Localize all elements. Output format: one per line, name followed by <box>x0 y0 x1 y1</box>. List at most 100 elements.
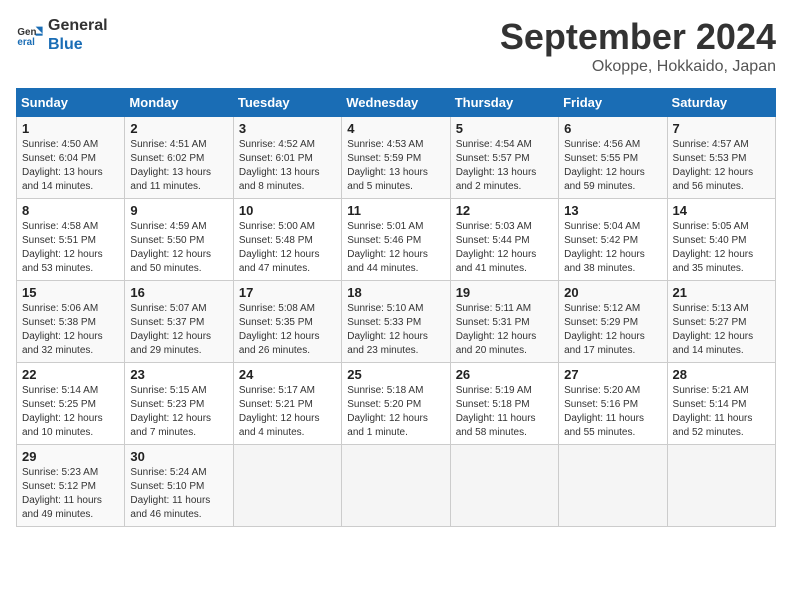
day-number: 9 <box>130 203 227 218</box>
table-row: 26Sunrise: 5:19 AM Sunset: 5:18 PM Dayli… <box>450 363 558 445</box>
calendar-week-5: 29Sunrise: 5:23 AM Sunset: 5:12 PM Dayli… <box>17 445 776 527</box>
table-row <box>233 445 341 527</box>
page-header: Gen eral General Blue September 2024 Oko… <box>16 16 776 76</box>
col-saturday: Saturday <box>667 89 775 117</box>
table-row: 5 Sunrise: 4:54 AM Sunset: 5:57 PM Daylig… <box>450 117 558 199</box>
table-row: 3 Sunrise: 4:52 AM Sunset: 6:01 PM Daylig… <box>233 117 341 199</box>
table-row: 23 Sunrise: 5:15 AM Sunset: 5:23 PM Dayli… <box>125 363 233 445</box>
table-row: 17 Sunrise: 5:08 AM Sunset: 5:35 PM Dayli… <box>233 281 341 363</box>
day-info: Sunrise: 4:53 AM Sunset: 5:59 PM Dayligh… <box>347 138 444 194</box>
table-row: 11Sunrise: 5:01 AM Sunset: 5:46 PM Dayli… <box>342 199 450 281</box>
day-number: 13 <box>564 203 661 218</box>
col-thursday: Thursday <box>450 89 558 117</box>
col-friday: Friday <box>559 89 667 117</box>
day-number: 27 <box>564 367 661 382</box>
table-row <box>342 445 450 527</box>
day-info: Sunrise: 5:08 AM Sunset: 5:35 PM Dayligh… <box>239 302 336 358</box>
day-info: Sunrise: 4:52 AM Sunset: 6:01 PM Dayligh… <box>239 138 336 194</box>
day-number: 30 <box>130 449 227 464</box>
table-row <box>450 445 558 527</box>
day-number: 21 <box>673 285 770 300</box>
day-number: 20 <box>564 285 661 300</box>
table-row <box>559 445 667 527</box>
day-number: 10 <box>239 203 336 218</box>
logo: Gen eral General Blue <box>16 16 108 54</box>
day-number: 2 <box>130 121 227 136</box>
logo-icon: Gen eral <box>16 21 44 49</box>
table-row: 1Sunrise: 4:50 AM Sunset: 6:04 PM Daylig… <box>17 117 125 199</box>
calendar-table: Sunday Monday Tuesday Wednesday Thursday… <box>16 88 776 527</box>
day-number: 23 <box>130 367 227 382</box>
svg-text:eral: eral <box>17 37 35 48</box>
day-number: 11 <box>347 203 444 218</box>
day-number: 6 <box>564 121 661 136</box>
day-info: Sunrise: 4:57 AM Sunset: 5:53 PM Dayligh… <box>673 138 770 194</box>
table-row: 29Sunrise: 5:23 AM Sunset: 5:12 PM Dayli… <box>17 445 125 527</box>
day-info: Sunrise: 5:05 AM Sunset: 5:40 PM Dayligh… <box>673 220 770 276</box>
logo-line2: Blue <box>48 35 108 54</box>
day-info: Sunrise: 5:24 AM Sunset: 5:10 PM Dayligh… <box>130 466 227 522</box>
day-info: Sunrise: 5:23 AM Sunset: 5:12 PM Dayligh… <box>22 466 119 522</box>
day-number: 22 <box>22 367 119 382</box>
day-number: 15 <box>22 285 119 300</box>
table-row: 8 Sunrise: 4:58 AM Sunset: 5:51 PM Daylig… <box>17 199 125 281</box>
day-info: Sunrise: 5:06 AM Sunset: 5:38 PM Dayligh… <box>22 302 119 358</box>
day-info: Sunrise: 4:59 AM Sunset: 5:50 PM Dayligh… <box>130 220 227 276</box>
day-info: Sunrise: 5:00 AM Sunset: 5:48 PM Dayligh… <box>239 220 336 276</box>
title-section: September 2024 Okoppe, Hokkaido, Japan <box>500 16 776 76</box>
logo-line1: General <box>48 16 108 35</box>
day-number: 8 <box>22 203 119 218</box>
day-info: Sunrise: 5:03 AM Sunset: 5:44 PM Dayligh… <box>456 220 553 276</box>
day-info: Sunrise: 5:12 AM Sunset: 5:29 PM Dayligh… <box>564 302 661 358</box>
table-row: 27 Sunrise: 5:20 AM Sunset: 5:16 PM Dayli… <box>559 363 667 445</box>
table-row: 12 Sunrise: 5:03 AM Sunset: 5:44 PM Dayli… <box>450 199 558 281</box>
day-number: 7 <box>673 121 770 136</box>
col-tuesday: Tuesday <box>233 89 341 117</box>
col-sunday: Sunday <box>17 89 125 117</box>
table-row: 18 Sunrise: 5:10 AM Sunset: 5:33 PM Dayli… <box>342 281 450 363</box>
day-info: Sunrise: 4:56 AM Sunset: 5:55 PM Dayligh… <box>564 138 661 194</box>
table-row: 7 Sunrise: 4:57 AM Sunset: 5:53 PM Daylig… <box>667 117 775 199</box>
day-number: 17 <box>239 285 336 300</box>
col-wednesday: Wednesday <box>342 89 450 117</box>
table-row: 20 Sunrise: 5:12 AM Sunset: 5:29 PM Dayli… <box>559 281 667 363</box>
day-number: 12 <box>456 203 553 218</box>
table-row: 4Sunrise: 4:53 AM Sunset: 5:59 PM Daylig… <box>342 117 450 199</box>
location-title: Okoppe, Hokkaido, Japan <box>500 58 776 76</box>
table-row: 16Sunrise: 5:07 AM Sunset: 5:37 PM Dayli… <box>125 281 233 363</box>
table-row: 25 Sunrise: 5:18 AM Sunset: 5:20 PM Dayli… <box>342 363 450 445</box>
table-row: 13Sunrise: 5:04 AM Sunset: 5:42 PM Dayli… <box>559 199 667 281</box>
table-row: 22 Sunrise: 5:14 AM Sunset: 5:25 PM Dayli… <box>17 363 125 445</box>
day-info: Sunrise: 4:51 AM Sunset: 6:02 PM Dayligh… <box>130 138 227 194</box>
table-row: 28Sunrise: 5:21 AM Sunset: 5:14 PM Dayli… <box>667 363 775 445</box>
calendar-week-4: 22 Sunrise: 5:14 AM Sunset: 5:25 PM Dayli… <box>17 363 776 445</box>
table-row: 6 Sunrise: 4:56 AM Sunset: 5:55 PM Daylig… <box>559 117 667 199</box>
day-number: 18 <box>347 285 444 300</box>
table-row: 10 Sunrise: 5:00 AM Sunset: 5:48 PM Dayli… <box>233 199 341 281</box>
table-row <box>667 445 775 527</box>
day-info: Sunrise: 5:13 AM Sunset: 5:27 PM Dayligh… <box>673 302 770 358</box>
table-row: 15 Sunrise: 5:06 AM Sunset: 5:38 PM Dayli… <box>17 281 125 363</box>
day-info: Sunrise: 5:21 AM Sunset: 5:14 PM Dayligh… <box>673 384 770 440</box>
day-info: Sunrise: 5:15 AM Sunset: 5:23 PM Dayligh… <box>130 384 227 440</box>
day-number: 1 <box>22 121 119 136</box>
day-info: Sunrise: 5:10 AM Sunset: 5:33 PM Dayligh… <box>347 302 444 358</box>
calendar-week-1: 1Sunrise: 4:50 AM Sunset: 6:04 PM Daylig… <box>17 117 776 199</box>
day-number: 25 <box>347 367 444 382</box>
day-info: Sunrise: 5:07 AM Sunset: 5:37 PM Dayligh… <box>130 302 227 358</box>
day-number: 5 <box>456 121 553 136</box>
table-row: 19Sunrise: 5:11 AM Sunset: 5:31 PM Dayli… <box>450 281 558 363</box>
calendar-week-2: 8 Sunrise: 4:58 AM Sunset: 5:51 PM Daylig… <box>17 199 776 281</box>
day-info: Sunrise: 5:18 AM Sunset: 5:20 PM Dayligh… <box>347 384 444 440</box>
table-row: 2 Sunrise: 4:51 AM Sunset: 6:02 PM Daylig… <box>125 117 233 199</box>
day-info: Sunrise: 5:20 AM Sunset: 5:16 PM Dayligh… <box>564 384 661 440</box>
day-number: 19 <box>456 285 553 300</box>
day-number: 3 <box>239 121 336 136</box>
day-info: Sunrise: 4:58 AM Sunset: 5:51 PM Dayligh… <box>22 220 119 276</box>
day-number: 14 <box>673 203 770 218</box>
day-info: Sunrise: 4:54 AM Sunset: 5:57 PM Dayligh… <box>456 138 553 194</box>
day-number: 24 <box>239 367 336 382</box>
calendar-week-3: 15 Sunrise: 5:06 AM Sunset: 5:38 PM Dayli… <box>17 281 776 363</box>
month-title: September 2024 <box>500 16 776 58</box>
day-info: Sunrise: 5:14 AM Sunset: 5:25 PM Dayligh… <box>22 384 119 440</box>
